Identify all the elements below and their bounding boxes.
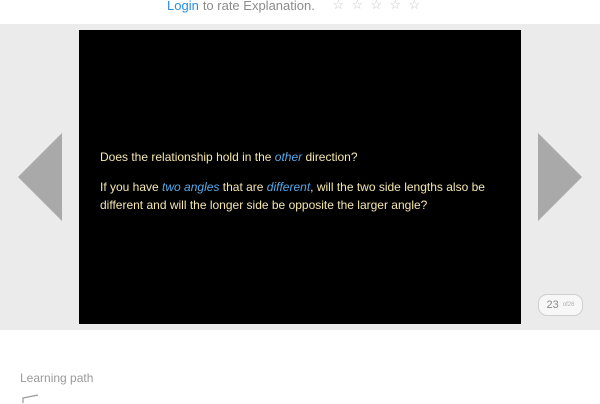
learning-path-label: Learning path [20,371,94,385]
page-total: of26 [562,302,575,308]
slide-text: Does the relationship hold in the [100,150,275,164]
slide-emphasis: different [266,180,311,194]
star-icon-5[interactable]: ☆ [405,0,424,13]
arrow-left-icon[interactable] [18,133,62,221]
slide-text: If you have [100,180,163,194]
learning-path-icon[interactable] [20,394,42,404]
star-icon-1[interactable]: ☆ [329,0,348,13]
star-rating: ☆ ☆ ☆ ☆ ☆ [329,0,424,13]
page-counter[interactable]: 23 of26 [538,294,583,316]
star-icon-3[interactable]: ☆ [367,0,386,13]
top-bar: Login to rate Explanation. ☆ ☆ ☆ ☆ ☆ [0,0,600,24]
rate-text: to rate Explanation. [202,0,315,13]
slide-emphasis: two angles [162,180,220,194]
page-current: 23 [546,299,559,311]
slide-text: direction? [302,150,358,164]
slide-text: that are [219,180,267,194]
slide-panel: Does the relationship hold in the other … [79,30,521,324]
star-icon-4[interactable]: ☆ [386,0,405,13]
slide-followup: If you have two angles that are differen… [100,178,500,214]
slide-emphasis: other [274,150,303,164]
login-link[interactable]: Login [167,0,199,13]
arrow-right-icon[interactable] [538,133,582,221]
star-icon-2[interactable]: ☆ [348,0,367,13]
slideshow-stage: Does the relationship hold in the other … [0,24,600,330]
slide-question: Does the relationship hold in the other … [100,148,500,166]
rating-prompt: Login to rate Explanation. ☆ ☆ ☆ ☆ ☆ [167,0,424,15]
